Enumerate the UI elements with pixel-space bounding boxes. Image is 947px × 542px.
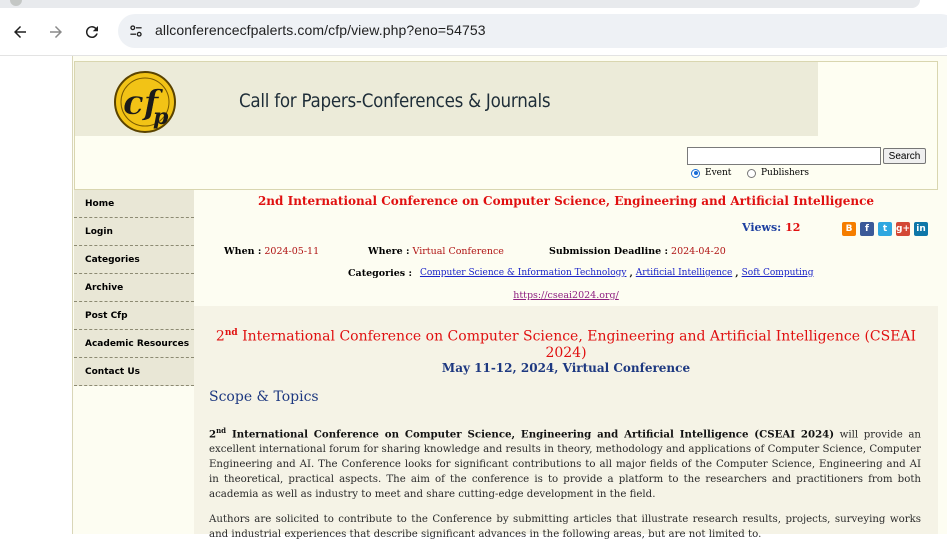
- category-link[interactable]: Artificial Intelligence: [636, 268, 733, 279]
- address-bar[interactable]: allconferencecfpalerts.com/cfp/view.php?…: [118, 14, 947, 48]
- radio-publishers-label: Publishers: [761, 168, 810, 178]
- categories-label: Categories :: [348, 268, 412, 279]
- when-field: When : 2024-05-11: [224, 246, 319, 257]
- site-info-button[interactable]: [126, 21, 146, 41]
- search-button[interactable]: Search: [883, 148, 926, 164]
- googleplus-icon[interactable]: g+: [896, 222, 910, 236]
- event-title: 2nd International Conference on Computer…: [257, 194, 875, 208]
- url-text[interactable]: allconferencecfpalerts.com/cfp/view.php?…: [155, 22, 486, 38]
- event-summary: 2nd International Conference on Computer…: [194, 190, 938, 306]
- category-separator: ,: [629, 268, 633, 279]
- sidebar-item-post-cfp[interactable]: Post Cfp: [74, 302, 194, 330]
- page: cf p Call for Papers-Conferences & Journ…: [72, 56, 947, 540]
- reload-button[interactable]: [78, 18, 106, 46]
- views-counter: Views: 12: [742, 221, 800, 234]
- back-button[interactable]: [6, 18, 34, 46]
- linkedin-icon[interactable]: in: [914, 222, 928, 236]
- when-label: When :: [224, 246, 262, 257]
- sidebar-item-contact-us[interactable]: Contact Us: [74, 358, 194, 386]
- svg-text:p: p: [153, 104, 169, 130]
- search-input[interactable]: [687, 147, 881, 165]
- sidebar-item-home[interactable]: Home: [74, 190, 194, 218]
- blogger-icon[interactable]: B: [842, 222, 856, 236]
- intro-paragraph: 2nd International Conference on Computer…: [209, 423, 921, 502]
- radio-publishers[interactable]: Publishers: [747, 168, 809, 178]
- tab-strip: [0, 0, 920, 8]
- event-website-link[interactable]: https://cseai2024.org/: [194, 290, 938, 301]
- radio-publishers-control[interactable]: [747, 168, 756, 178]
- cfp-logo[interactable]: cf p: [109, 64, 181, 134]
- category-link[interactable]: Computer Science & Information Technolog…: [420, 268, 627, 279]
- sidebar-item-categories[interactable]: Categories: [74, 246, 194, 274]
- where-value: Virtual Conference: [412, 246, 504, 257]
- site-header: cf p Call for Papers-Conferences & Journ…: [74, 61, 938, 190]
- arrow-right-icon: [50, 26, 62, 38]
- event-description: 2nd International Conference on Computer…: [194, 306, 938, 540]
- conference-date: May 11-12, 2024, Virtual Conference: [441, 361, 691, 375]
- where-label: Where :: [368, 246, 410, 257]
- tune-icon: [130, 25, 142, 37]
- categories-row: Categories : Computer Science & Informat…: [348, 268, 813, 279]
- sidebar-item-archive[interactable]: Archive: [74, 274, 194, 302]
- category-link[interactable]: Soft Computing: [742, 268, 814, 279]
- forward-button[interactable]: [42, 18, 70, 46]
- views-label: Views:: [742, 221, 782, 234]
- site-title: Call for Papers-Conferences & Journals: [239, 90, 551, 112]
- heading-ordinal: 2: [215, 328, 225, 345]
- where-field: Where : Virtual Conference: [368, 246, 504, 257]
- browser-toolbar: allconferencecfpalerts.com/cfp/view.php?…: [0, 0, 947, 56]
- share-icons: B f t g+ in: [842, 222, 932, 236]
- para-conference-name: International Conference on Computer Sci…: [226, 428, 835, 441]
- radio-event[interactable]: Event: [691, 168, 731, 178]
- deadline-field: Submission Deadline : 2024-04-20: [549, 246, 726, 257]
- category-separator: ,: [735, 268, 739, 279]
- sidebar-item-academic-resources[interactable]: Academic Resources: [74, 330, 194, 358]
- deadline-label: Submission Deadline :: [549, 246, 668, 257]
- authors-paragraph: Authors are solicited to contribute to t…: [209, 514, 921, 540]
- when-value: 2024-05-11: [264, 246, 320, 257]
- radio-event-label: Event: [705, 168, 732, 178]
- deadline-value: 2024-04-20: [671, 246, 726, 257]
- conference-heading: 2nd International Conference on Computer…: [194, 328, 938, 361]
- sidebar-nav: Home Login Categories Archive Post Cfp A…: [74, 190, 194, 390]
- reload-icon: [85, 26, 98, 39]
- scope-heading: Scope & Topics: [209, 389, 319, 405]
- views-count: 12: [785, 221, 801, 234]
- heading-text: International Conference on Computer Sci…: [237, 328, 917, 361]
- sidebar-item-login[interactable]: Login: [74, 218, 194, 246]
- twitter-icon[interactable]: t: [878, 222, 892, 236]
- radio-event-control[interactable]: [691, 168, 700, 178]
- arrow-left-icon: [14, 26, 26, 38]
- heading-ordinal-suffix: nd: [224, 328, 238, 338]
- para-ordinal-suffix: nd: [216, 426, 227, 435]
- tab-favicon[interactable]: [10, 0, 22, 6]
- facebook-icon[interactable]: f: [860, 222, 874, 236]
- banner: cf p Call for Papers-Conferences & Journ…: [75, 62, 818, 136]
